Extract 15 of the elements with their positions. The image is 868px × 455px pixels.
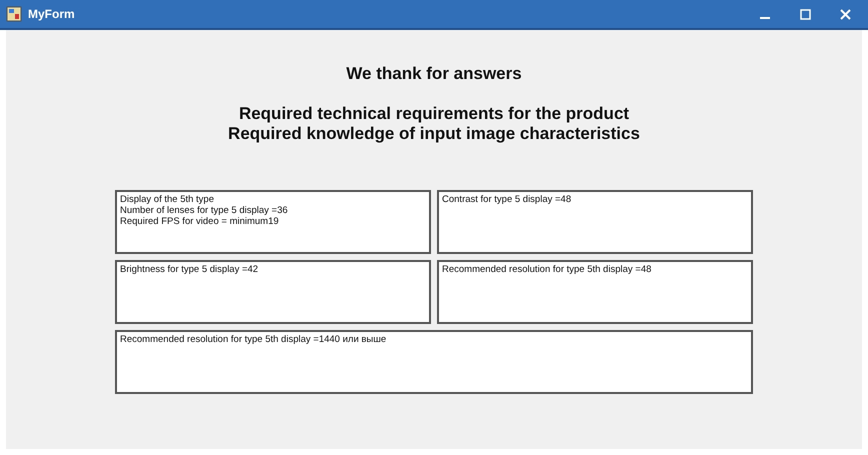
app-icon (6, 6, 22, 22)
box-text: Recommended resolution for type 5th display =48 (442, 264, 652, 275)
close-icon (840, 8, 850, 20)
box-text: Number of lenses for type 5 display =36 (120, 205, 288, 216)
box-text: Required FPS for video = minimum19 (120, 216, 279, 227)
box-text: Recommended resolution for type 5th display =1440 или выше (120, 334, 386, 345)
box-text: Display of the 5th type (120, 194, 214, 205)
heading-text: Required knowledge of input image characteristics (228, 124, 640, 144)
minimize-icon (760, 17, 770, 19)
maximize-icon (800, 8, 810, 20)
heading-text: Required technical requirements for the product (238, 104, 630, 124)
box-text: Contrast for type 5 display =48 (442, 194, 572, 205)
heading-text: We thank for answers (346, 64, 522, 84)
window-title: MyForm (28, 7, 76, 21)
box-text: Brightness for type 5 display =42 (120, 264, 258, 275)
